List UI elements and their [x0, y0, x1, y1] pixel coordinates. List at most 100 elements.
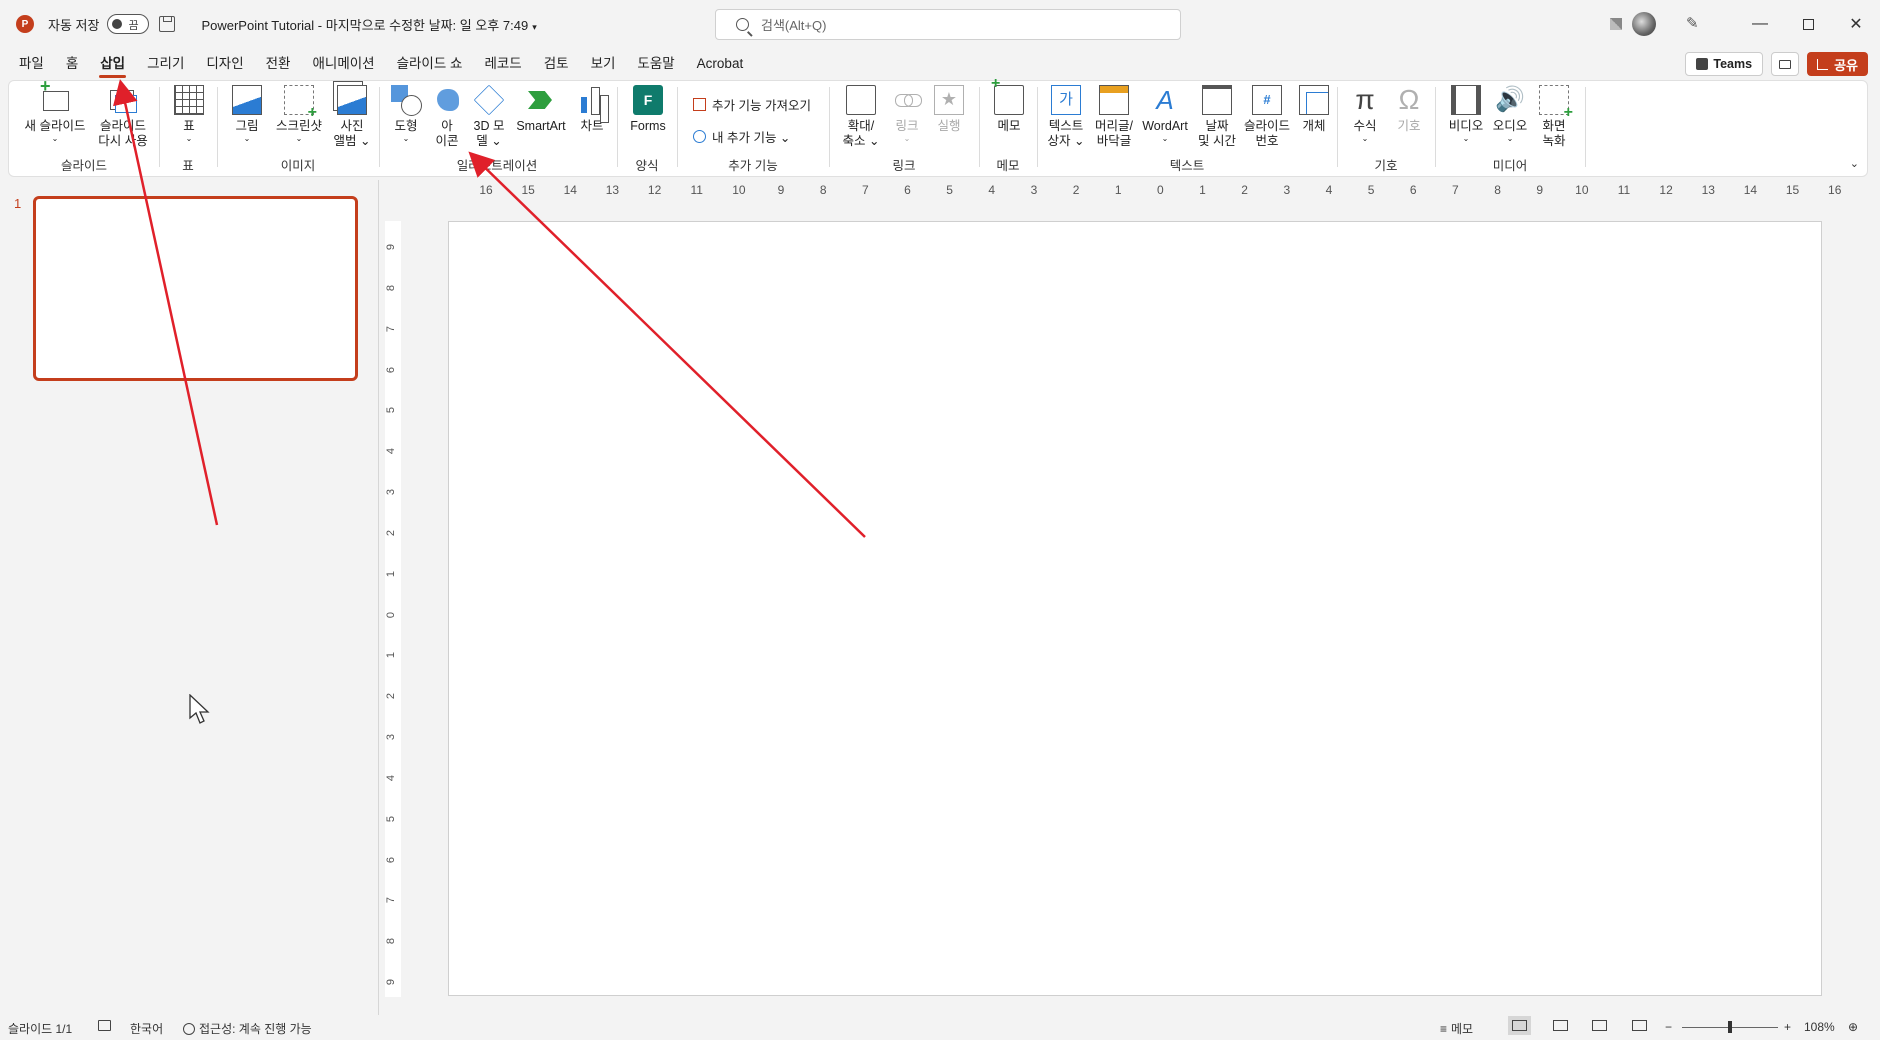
tab-home[interactable]: 홈 [55, 48, 89, 80]
ruler-tick-label: 16 [479, 183, 493, 197]
slide-counter-text: 슬라이드 1/1 [8, 1022, 73, 1036]
photo-album-button[interactable]: 사진 앨범 ⌄ [329, 85, 375, 149]
tab-transitions[interactable]: 전환 [255, 48, 302, 80]
save-icon[interactable] [159, 16, 176, 32]
tab-record[interactable]: 레코드 [473, 48, 532, 80]
chevron-down-icon: ⌄ [51, 134, 59, 143]
tab-draw[interactable]: 그리기 [136, 48, 195, 80]
wordart-button[interactable]: A WordArt ⌄ [1139, 85, 1191, 144]
3d-models-button[interactable]: 3D 모델 ⌄ [469, 84, 509, 149]
avatar[interactable] [1632, 12, 1656, 36]
maximize-button[interactable] [1784, 0, 1832, 48]
zoom-slider-thumb[interactable] [1728, 1021, 1732, 1033]
zoom-in-button[interactable]: + [1784, 1020, 1791, 1034]
screen-recording-icon [1539, 85, 1573, 120]
coauthor-icon[interactable] [1610, 18, 1622, 30]
audio-button[interactable]: 🔊 오디오 ⌄ [1489, 85, 1531, 144]
forms-button[interactable]: F Forms [627, 85, 669, 134]
chevron-down-icon: ⌄ [295, 134, 303, 143]
reading-view-button[interactable] [1592, 1020, 1607, 1031]
zoom-out-button[interactable]: − [1665, 1020, 1672, 1034]
new-slide-button[interactable]: 새 슬라이드⌄ [21, 79, 89, 144]
icons-button[interactable]: 아 이콘 [429, 85, 465, 149]
close-button[interactable]: ✕ [1832, 0, 1880, 48]
ruler-tick-label: 5 [946, 183, 953, 197]
smartart-button[interactable]: SmartArt [513, 85, 569, 134]
document-title[interactable]: PowerPoint Tutorial - 마지막으로 수정한 날짜: 일 오후… [201, 15, 536, 34]
accessibility-button[interactable]: 접근성: 계속 진행 가능 [183, 1020, 312, 1037]
slide-canvas[interactable] [448, 221, 1822, 996]
tab-insert[interactable]: 삽입 [89, 48, 136, 80]
link-button[interactable]: 링크 ⌄ [887, 85, 927, 144]
group-slides: 새 슬라이드⌄ 슬라이드다시 사용 슬라이드 [9, 79, 159, 178]
ruler-tick-label: 8 [1494, 183, 1501, 197]
screenshot-icon [284, 85, 317, 120]
teams-button[interactable]: Teams [1685, 52, 1764, 76]
collapse-ribbon-icon[interactable]: ⌄ [1850, 157, 1859, 170]
search-input[interactable]: 검색(Alt+Q) [715, 9, 1181, 40]
slide-counter[interactable]: 슬라이드 1/1 [8, 1020, 72, 1037]
smartart-label: SmartArt [516, 119, 566, 133]
pane-divider[interactable] [378, 180, 379, 1015]
tab-slideshow[interactable]: 슬라이드 쇼 [386, 48, 474, 80]
language-button[interactable]: 한국어 [130, 1020, 163, 1037]
slide-number-button[interactable]: # 슬라이드 번호 [1241, 85, 1293, 149]
zoom-level[interactable]: 108% [1804, 1020, 1835, 1034]
notes-button[interactable]: ≡ 메모 [1440, 1020, 1473, 1037]
forms-icon: F [633, 85, 663, 115]
fit-to-window-button[interactable]: ⊕ [1848, 1020, 1858, 1034]
screen-recording-button[interactable]: 화면녹화 [1533, 85, 1575, 149]
table-button[interactable]: 표 ⌄ [169, 85, 209, 144]
group-label-table: 표 [182, 159, 194, 173]
video-button[interactable]: 비디오 ⌄ [1445, 85, 1487, 144]
zoom-icon [846, 85, 876, 115]
tab-help[interactable]: 도움말 [626, 48, 685, 80]
shapes-button[interactable]: 도형 ⌄ [387, 85, 425, 144]
photo-album-label-1: 사진 [340, 119, 364, 133]
status-bar: 슬라이드 1/1 한국어 접근성: 계속 진행 가능 ≡ 메모 − + 108% … [0, 1015, 1880, 1040]
tab-review[interactable]: 검토 [533, 48, 580, 80]
tab-view[interactable]: 보기 [580, 48, 627, 80]
slide-thumbnail[interactable] [33, 196, 358, 381]
header-footer-button[interactable]: 머리글/바닥글 [1091, 85, 1137, 149]
slide-sorter-button[interactable] [1553, 1020, 1568, 1031]
tab-animations[interactable]: 애니메이션 [301, 48, 385, 80]
pictures-button[interactable]: 그림 ⌄ [227, 85, 267, 144]
tab-acrobat[interactable]: Acrobat [686, 48, 755, 80]
object-button[interactable]: 개체 [1295, 85, 1333, 134]
autosave-toggle[interactable]: 끔 [107, 14, 150, 34]
action-button[interactable]: ★ 실행 [929, 85, 969, 134]
zoom-in-text: + [1784, 1020, 1792, 1034]
group-label-images: 이미지 [280, 159, 316, 173]
new-comment-button[interactable]: 메모 [989, 76, 1029, 134]
minimize-button[interactable]: — [1736, 0, 1784, 48]
share-button[interactable]: 공유 [1807, 52, 1868, 76]
chart-button[interactable]: 차트 [573, 85, 611, 134]
slideshow-icon [1632, 1020, 1647, 1031]
forms-label: Forms [630, 119, 666, 133]
spellcheck-button[interactable] [98, 1020, 111, 1031]
zoom-button[interactable]: 확대/축소 ⌄ [839, 85, 883, 149]
get-addins-button[interactable]: 추가 기능 가져오기 [693, 95, 811, 114]
pen-icon[interactable]: ✎ [1686, 16, 1702, 32]
reuse-slides-button[interactable]: 슬라이드 다시 사용 [91, 85, 155, 149]
textbox-button[interactable]: 가 텍스트 상자 ⌄ [1043, 85, 1089, 149]
normal-view-button[interactable] [1508, 1016, 1531, 1035]
group-forms: F Forms 양식 [617, 81, 677, 178]
equation-button[interactable]: π 수식 ⌄ [1345, 85, 1385, 144]
ruler-tick-label: 6 [1409, 183, 1417, 197]
group-text: 가 텍스트 상자 ⌄ 머리글/바닥글 A WordArt ⌄ 날짜 및 시간 # 슬라… [1037, 81, 1337, 178]
screenshot-button[interactable]: 스크린샷⌄ [273, 85, 325, 144]
slideshow-button[interactable] [1632, 1020, 1647, 1031]
tab-design[interactable]: 디자인 [195, 48, 254, 80]
equation-label: 수식 [1353, 119, 1377, 133]
date-time-button[interactable]: 날짜 및 시간 [1193, 85, 1241, 149]
ruler-tick-label: 8 [819, 183, 827, 197]
pictures-label: 그림 [235, 119, 259, 133]
teams-icon [1696, 58, 1709, 70]
chart-icon [577, 85, 607, 115]
my-addins-button[interactable]: 내 추가 기능 ⌄ [693, 127, 790, 146]
comments-button[interactable] [1771, 52, 1800, 76]
symbol-button[interactable]: Ω 기호 [1389, 85, 1429, 134]
maximize-icon [1802, 18, 1814, 30]
